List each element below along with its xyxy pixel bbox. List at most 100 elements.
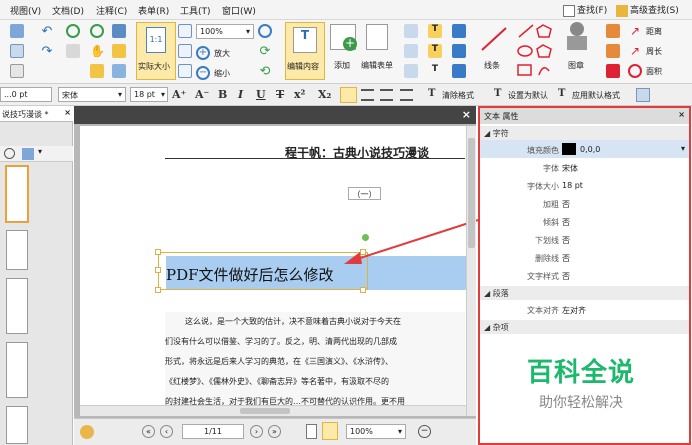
- prop-row-bold[interactable]: 加粗否: [480, 194, 689, 212]
- measure-area-icon[interactable]: [606, 64, 620, 78]
- callout-icon[interactable]: T: [428, 64, 442, 78]
- underline-icon[interactable]: U: [256, 88, 266, 101]
- section-misc[interactable]: ◢ 杂项: [480, 320, 689, 334]
- prop-row-text-align[interactable]: 文本对齐 左对齐: [480, 300, 689, 318]
- prop-row-underline[interactable]: 下划线否: [480, 230, 689, 248]
- prop-row-font-size[interactable]: 字体大小 18 pt: [480, 176, 689, 194]
- close-icon[interactable]: ×: [678, 110, 685, 119]
- hand-tool-icon[interactable]: ✋: [90, 44, 105, 58]
- menu-document[interactable]: 文档(D): [52, 4, 84, 17]
- sound-icon[interactable]: [452, 64, 466, 78]
- back-icon[interactable]: [66, 24, 80, 38]
- new-doc-icon[interactable]: [10, 64, 24, 78]
- shapes-group-icon[interactable]: [515, 23, 555, 81]
- add-image-icon[interactable]: +: [330, 24, 357, 51]
- edit-content-button[interactable]: T 编辑内容: [285, 22, 325, 80]
- horizontal-scrollbar[interactable]: [80, 405, 466, 416]
- increase-font-icon[interactable]: A⁺: [172, 88, 186, 101]
- measure-perimeter-icon[interactable]: [606, 44, 620, 58]
- resize-handle[interactable]: [155, 287, 161, 293]
- status-zoom-select[interactable]: 100% ▾: [346, 424, 406, 439]
- resize-handle[interactable]: [360, 287, 366, 293]
- prop-row-strikethrough[interactable]: 删除线否: [480, 248, 689, 266]
- single-page-icon[interactable]: [306, 424, 317, 439]
- line-tool-icon[interactable]: [480, 26, 508, 52]
- page-thumbnail[interactable]: [6, 166, 28, 222]
- fit-page-icon[interactable]: [178, 24, 192, 38]
- prop-row-text-style[interactable]: 文字样式否: [480, 266, 689, 284]
- measure-distance-icon[interactable]: [606, 24, 620, 38]
- decrease-font-icon[interactable]: A⁻: [195, 88, 209, 101]
- superscript-icon[interactable]: x²: [294, 88, 305, 101]
- menu-form[interactable]: 表单(R): [138, 4, 169, 17]
- size-icon[interactable]: [404, 64, 418, 78]
- align-right-icon[interactable]: [380, 89, 393, 101]
- chevron-down-icon[interactable]: ▾: [681, 144, 685, 153]
- stamp-button[interactable]: 图章: [568, 60, 584, 71]
- attach-icon[interactable]: [452, 44, 466, 58]
- camera-icon[interactable]: [112, 24, 126, 38]
- subscript-icon[interactable]: X₂: [318, 88, 331, 101]
- prop-row-font[interactable]: 字体 宋体: [480, 158, 689, 176]
- line-width-select[interactable]: ...0 pt: [0, 87, 52, 102]
- close-icon[interactable]: ×: [64, 108, 71, 117]
- page-thumbnail[interactable]: [6, 406, 28, 444]
- page-thumbnail[interactable]: [6, 230, 28, 270]
- print-icon[interactable]: [10, 44, 24, 58]
- menu-view[interactable]: 视图(V): [10, 4, 41, 17]
- close-icon[interactable]: ×: [462, 108, 471, 121]
- format-options-icon[interactable]: [636, 88, 650, 102]
- marquee-icon[interactable]: [90, 64, 104, 78]
- continuous-page-icon[interactable]: [322, 422, 338, 440]
- zoom-out-icon[interactable]: −: [418, 425, 431, 438]
- edit-form-icon[interactable]: [366, 24, 388, 50]
- vertical-scrollbar[interactable]: [466, 126, 476, 416]
- perimeter-icon[interactable]: ↗: [628, 44, 642, 58]
- bold-icon[interactable]: B: [218, 88, 227, 101]
- area-icon[interactable]: [628, 64, 642, 78]
- forward-icon[interactable]: [90, 24, 104, 38]
- set-default-button[interactable]: 设置为默认: [508, 90, 548, 101]
- actual-size-button[interactable]: 1:1 实际大小: [136, 22, 176, 80]
- distance-button[interactable]: 距离: [646, 26, 662, 37]
- undo-icon[interactable]: ↶: [40, 24, 54, 39]
- zoom-in-button[interactable]: 放大: [214, 48, 230, 59]
- find-button[interactable]: 查找(F): [563, 3, 607, 17]
- align-icon[interactable]: [404, 24, 418, 38]
- distribute-icon[interactable]: [404, 44, 418, 58]
- add-button[interactable]: 添加: [334, 60, 350, 71]
- zoom-out-icon[interactable]: −: [196, 66, 210, 80]
- prop-row-fill-color[interactable]: 填充颜色 0,0,0 ▾: [480, 140, 689, 158]
- fit-visible-icon[interactable]: [178, 64, 192, 78]
- zoom-out-button[interactable]: 缩小: [214, 68, 230, 79]
- resize-handle[interactable]: [155, 267, 161, 273]
- page-thumbnail[interactable]: [6, 278, 28, 334]
- section-char[interactable]: ◢ 字符: [480, 126, 689, 140]
- document-tab[interactable]: 说技巧漫谈 * ×: [0, 106, 73, 122]
- italic-icon[interactable]: I: [238, 88, 243, 101]
- rotate-page-icon[interactable]: [22, 148, 34, 160]
- edit-form-button[interactable]: 编辑表单: [361, 60, 393, 71]
- page-thumbnail[interactable]: [6, 342, 28, 398]
- menu-comment[interactable]: 注释(C): [96, 4, 127, 17]
- email-icon[interactable]: [10, 24, 24, 38]
- chevron-down-icon[interactable]: ▾: [38, 147, 42, 156]
- perimeter-button[interactable]: 周长: [646, 46, 662, 57]
- typewriter-icon[interactable]: T: [428, 24, 442, 38]
- prev-page-icon[interactable]: ‹: [160, 425, 173, 438]
- scroll-thumb[interactable]: [240, 408, 290, 414]
- strikethrough-icon[interactable]: T: [276, 88, 284, 101]
- next-page-icon[interactable]: ›: [250, 425, 263, 438]
- magnifier-icon[interactable]: [258, 24, 272, 38]
- color-swatch[interactable]: [562, 143, 576, 155]
- menu-tools[interactable]: 工具(T): [180, 4, 211, 17]
- scroll-thumb[interactable]: [468, 138, 475, 248]
- font-size-select[interactable]: 18 pt ▾: [130, 87, 168, 102]
- clear-format-button[interactable]: 清除格式: [442, 90, 474, 101]
- first-page-icon[interactable]: «: [142, 425, 155, 438]
- section-paragraph[interactable]: ◢ 段落: [480, 286, 689, 300]
- fit-width-icon[interactable]: [178, 44, 192, 58]
- align-left-icon[interactable]: [340, 87, 357, 103]
- align-center-icon[interactable]: [361, 89, 374, 101]
- justify-icon[interactable]: [400, 89, 413, 101]
